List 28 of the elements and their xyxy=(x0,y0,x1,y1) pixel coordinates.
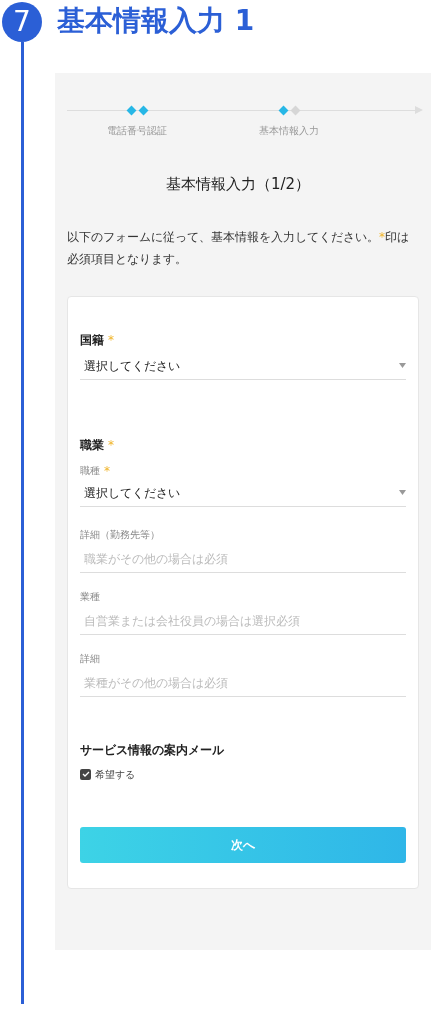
checkbox-label: 希望する xyxy=(95,767,135,782)
intro-text: 以下のフォームに従って、基本情報を入力してください。*印は必須項目となります。 xyxy=(67,228,410,268)
dropdown-caret-icon xyxy=(399,363,406,368)
field-label: 詳細（勤務先等） xyxy=(80,527,160,542)
check-icon xyxy=(81,770,90,778)
checkbox[interactable] xyxy=(80,768,91,780)
select-value: 選択してください xyxy=(84,357,180,375)
input-field[interactable]: 自営業または会社役員の場合は選択必須 xyxy=(80,611,406,635)
page-title: 基本情報入力（1/2） xyxy=(164,174,312,195)
section-heading: 国籍 xyxy=(80,331,104,349)
field-label: 詳細 xyxy=(80,651,100,666)
required-mark: * xyxy=(108,436,114,454)
step-number-badge: 7 xyxy=(2,2,42,42)
input-field[interactable]: 業種がその他の場合は必須 xyxy=(80,673,406,697)
section-heading: 職業 xyxy=(80,436,104,454)
step-label: 基本情報入力 xyxy=(259,124,319,138)
field-label: 業種 xyxy=(80,589,100,604)
section-title: 基本情報入力 1 xyxy=(57,3,256,39)
step-label: 電話番号認証 xyxy=(107,124,167,138)
select-value: 選択してください xyxy=(84,484,180,502)
select-field[interactable]: 選択してください xyxy=(80,356,406,380)
dropdown-caret-icon xyxy=(399,490,406,495)
select-field[interactable]: 選択してください xyxy=(80,483,406,507)
required-mark: * xyxy=(108,331,114,349)
field-label: 職種 xyxy=(80,464,100,478)
section-heading: サービス情報の案内メール xyxy=(80,741,224,759)
input-field[interactable]: 職業がその他の場合は必須 xyxy=(80,549,406,573)
required-mark: * xyxy=(104,462,110,480)
